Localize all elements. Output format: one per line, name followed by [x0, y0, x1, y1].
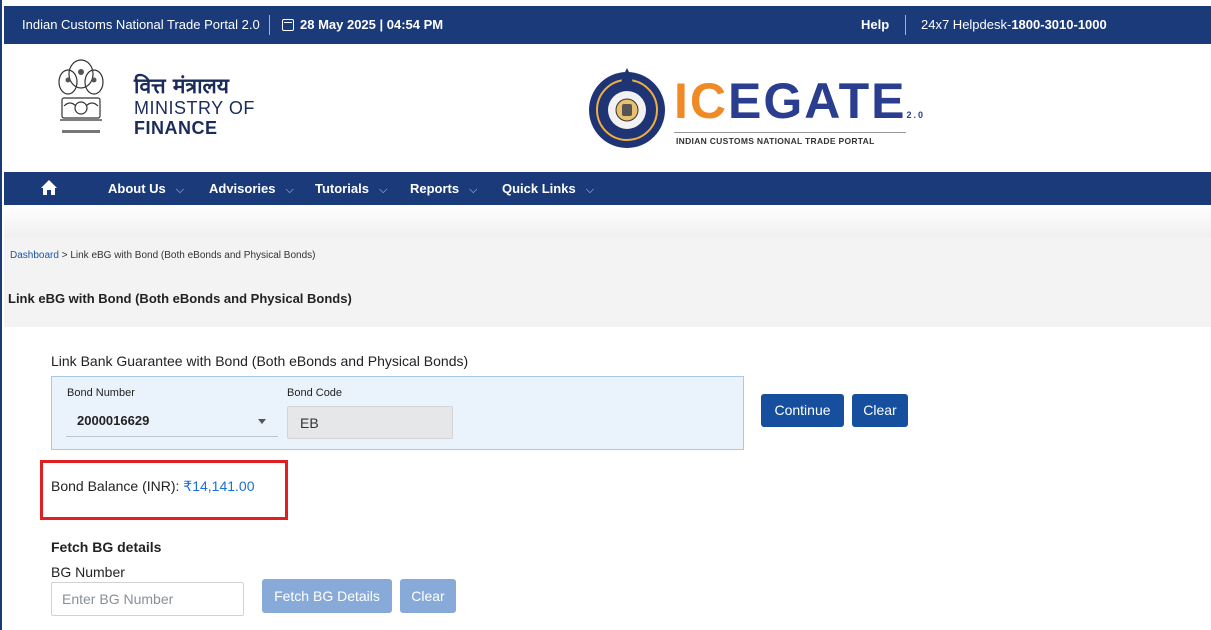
main-nav: About Us ⌵ Advisories ⌵ Tutorials ⌵ Reports… [4, 172, 1211, 205]
nav-item-reports[interactable]: Reports ⌵ [410, 181, 477, 197]
nav-item-label: Reports [410, 181, 460, 196]
bg-number-input[interactable] [51, 582, 244, 616]
nav-item-label: Tutorials [315, 181, 369, 196]
chevron-down-icon: ⌵ [585, 184, 595, 196]
left-frame-border [0, 0, 2, 630]
ministry-hindi: वित्त मंत्रालय [134, 74, 229, 98]
bond-number-value: 2000016629 [77, 413, 150, 428]
help-link[interactable]: Help [861, 17, 889, 32]
datetime-display: 28 May 2025 | 04:54 PM [282, 17, 443, 32]
nav-item-label: Advisories [209, 181, 276, 196]
continue-button[interactable]: Continue [761, 394, 844, 427]
nav-item-quick-links[interactable]: Quick Links ⌵ [502, 181, 594, 197]
fetch-clear-button[interactable]: Clear [400, 579, 456, 613]
breadcrumb-separator: > [61, 250, 68, 261]
logo-blue-text: EGATE [728, 73, 907, 129]
bond-balance-amount: ₹14,141.00 [183, 478, 255, 494]
fetch-bg-details-button[interactable]: Fetch BG Details [262, 579, 392, 613]
bond-number-select[interactable]: 2000016629 [66, 406, 278, 437]
dropdown-caret-icon [258, 419, 266, 424]
chevron-down-icon: ⌵ [469, 184, 478, 196]
nav-item-label: Quick Links [502, 181, 576, 196]
bg-number-label: BG Number [51, 564, 125, 580]
bond-number-label: Bond Number [67, 387, 135, 399]
breadcrumb: Dashboard > Link eBG with Bond (Both eBo… [10, 250, 315, 261]
national-emblem-icon [58, 59, 104, 133]
chevron-down-icon: ⌵ [175, 184, 185, 196]
nav-item-label: About Us [108, 181, 166, 196]
helpdesk-number: 1800-3010-1000 [1011, 17, 1107, 32]
chevron-down-icon: ⌵ [285, 184, 294, 196]
home-icon[interactable] [40, 179, 58, 197]
top-utility-bar: Indian Customs National Trade Portal 2.0… [4, 6, 1211, 44]
bond-code-field: EB [287, 406, 453, 439]
nav-item-tutorials[interactable]: Tutorials ⌵ [315, 181, 387, 197]
site-header: वित्त मंत्रालय MINISTRY OF FINANCE ICEGA… [4, 44, 1211, 172]
bond-code-label: Bond Code [287, 387, 343, 399]
bond-balance-label: Bond Balance (INR): [51, 478, 180, 494]
topbar-divider [905, 15, 906, 35]
breadcrumb-dashboard-link[interactable]: Dashboard [10, 250, 59, 261]
icegate-logo: ICEGATE2.0 INDIAN CUSTOMS NATIONAL TRADE… [674, 73, 926, 146]
header-shadow [4, 205, 1211, 237]
logo-version: 2.0 [906, 110, 926, 120]
ministry-of-finance-logo: वित्त मंत्रालय MINISTRY OF FINANCE [134, 74, 255, 138]
logo-rule [674, 132, 906, 133]
ministry-line1: MINISTRY OF [134, 98, 255, 118]
clear-button[interactable]: Clear [852, 394, 908, 427]
portal-name: Indian Customs National Trade Portal 2.0 [22, 17, 260, 32]
customs-seal-icon [589, 68, 665, 148]
bond-balance: Bond Balance (INR): ₹14,141.00 [51, 478, 255, 495]
logo-tagline: INDIAN CUSTOMS NATIONAL TRADE PORTAL [676, 136, 875, 146]
helpdesk-info: 24x7 Helpdesk-1800-3010-1000 [921, 17, 1107, 32]
ministry-line2: FINANCE [134, 118, 218, 138]
nav-item-advisories[interactable]: Advisories ⌵ [209, 181, 294, 197]
page-title: Link eBG with Bond (Both eBonds and Phys… [8, 291, 352, 306]
section-title: Link Bank Guarantee with Bond (Both eBon… [51, 353, 469, 369]
helpdesk-label: 24x7 Helpdesk- [921, 17, 1012, 32]
chevron-down-icon: ⌵ [378, 184, 388, 196]
topbar-divider [269, 15, 270, 35]
nav-item-about-us[interactable]: About Us ⌵ [108, 181, 184, 197]
fetch-bg-title: Fetch BG details [51, 539, 162, 555]
bond-code-value: EB [300, 415, 319, 431]
bond-form-panel: Bond Number 2000016629 Bond Code EB [51, 376, 744, 450]
calendar-icon [282, 18, 294, 31]
logo-orange-text: IC [674, 73, 728, 129]
datetime-text: 28 May 2025 | 04:54 PM [300, 17, 444, 32]
breadcrumb-current: Link eBG with Bond (Both eBonds and Phys… [70, 250, 316, 261]
